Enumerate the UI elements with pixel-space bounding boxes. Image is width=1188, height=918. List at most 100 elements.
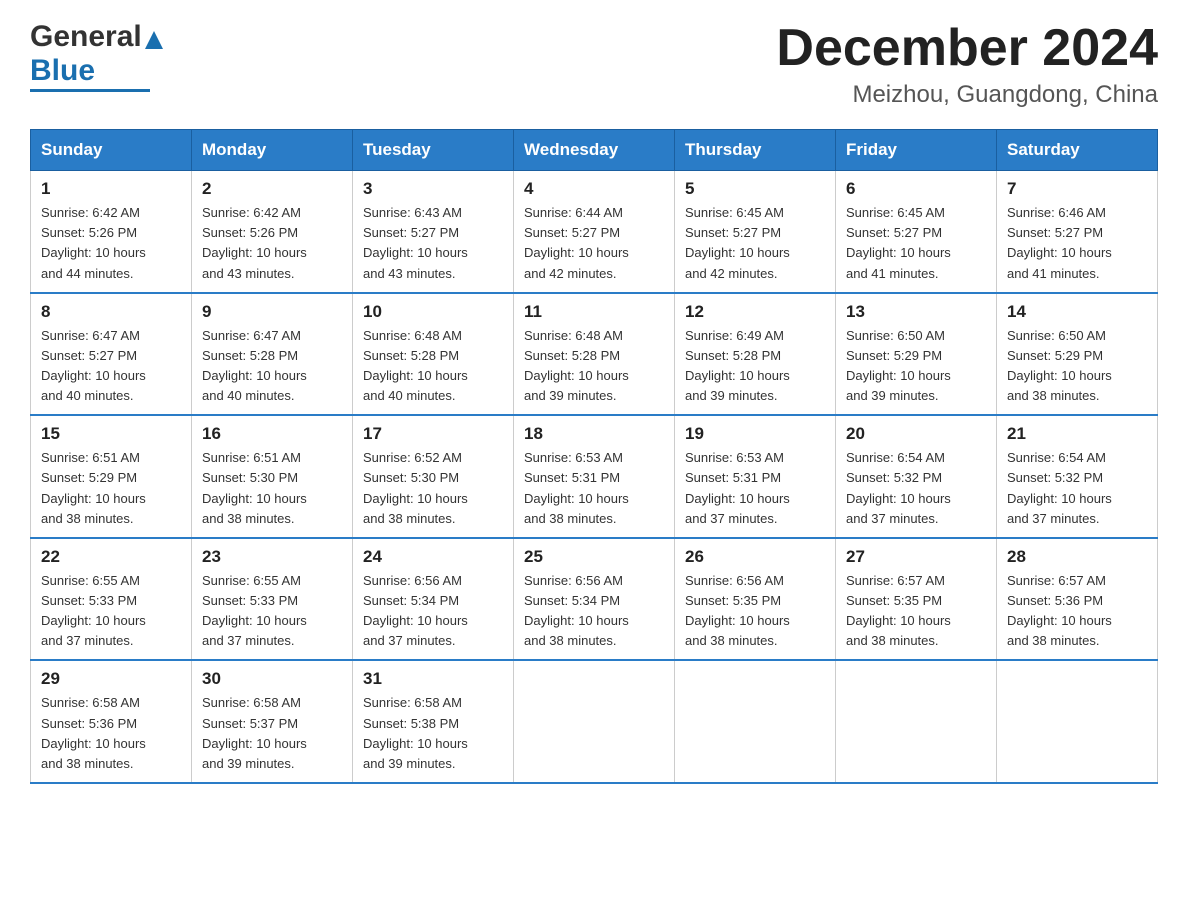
calendar-week-row: 22 Sunrise: 6:55 AMSunset: 5:33 PMDayligh… [31, 538, 1158, 661]
logo-text-blue: Blue [30, 54, 95, 88]
logo: General Blue [30, 20, 163, 92]
calendar-cell: 17 Sunrise: 6:52 AMSunset: 5:30 PMDayligh… [353, 415, 514, 538]
calendar-cell: 5Sunrise: 6:45 AMSunset: 5:27 PMDaylight… [675, 171, 836, 293]
day-info: Sunrise: 6:47 AMSunset: 5:28 PMDaylight:… [202, 326, 342, 407]
calendar-cell: 15 Sunrise: 6:51 AMSunset: 5:29 PMDayligh… [31, 415, 192, 538]
calendar-cell: 26Sunrise: 6:56 AMSunset: 5:35 PMDayligh… [675, 538, 836, 661]
calendar-cell: 2Sunrise: 6:42 AMSunset: 5:26 PMDaylight… [192, 171, 353, 293]
calendar-cell [675, 660, 836, 783]
header-sunday: Sunday [31, 130, 192, 171]
day-info: Sunrise: 6:51 AMSunset: 5:30 PMDaylight:… [202, 448, 342, 529]
calendar-cell: 24 Sunrise: 6:56 AMSunset: 5:34 PMDayligh… [353, 538, 514, 661]
day-info: Sunrise: 6:45 AMSunset: 5:27 PMDaylight:… [685, 203, 825, 284]
day-number: 25 [524, 547, 664, 567]
day-number: 23 [202, 547, 342, 567]
calendar-cell: 3 Sunrise: 6:43 AMSunset: 5:27 PMDaylight… [353, 171, 514, 293]
logo-underline [30, 89, 150, 92]
day-info: Sunrise: 6:56 AMSunset: 5:35 PMDaylight:… [685, 571, 825, 652]
day-info: Sunrise: 6:57 AMSunset: 5:35 PMDaylight:… [846, 571, 986, 652]
day-number: 21 [1007, 424, 1147, 444]
day-number: 18 [524, 424, 664, 444]
calendar-cell: 10 Sunrise: 6:48 AMSunset: 5:28 PMDayligh… [353, 293, 514, 416]
header-monday: Monday [192, 130, 353, 171]
calendar-week-row: 15 Sunrise: 6:51 AMSunset: 5:29 PMDayligh… [31, 415, 1158, 538]
day-info: Sunrise: 6:45 AMSunset: 5:27 PMDaylight:… [846, 203, 986, 284]
day-info: Sunrise: 6:56 AMSunset: 5:34 PMDaylight:… [524, 571, 664, 652]
day-info: Sunrise: 6:43 AMSunset: 5:27 PMDaylight:… [363, 203, 503, 284]
calendar-cell: 8 Sunrise: 6:47 AMSunset: 5:27 PMDaylight… [31, 293, 192, 416]
weekday-header-row: Sunday Monday Tuesday Wednesday Thursday… [31, 130, 1158, 171]
day-number: 4 [524, 179, 664, 199]
calendar-cell [836, 660, 997, 783]
calendar-cell: 22 Sunrise: 6:55 AMSunset: 5:33 PMDayligh… [31, 538, 192, 661]
calendar-cell: 28 Sunrise: 6:57 AMSunset: 5:36 PMDayligh… [997, 538, 1158, 661]
day-number: 29 [41, 669, 181, 689]
calendar-cell: 13 Sunrise: 6:50 AMSunset: 5:29 PMDayligh… [836, 293, 997, 416]
location-subtitle: Meizhou, Guangdong, China [776, 81, 1158, 109]
calendar-cell: 16 Sunrise: 6:51 AMSunset: 5:30 PMDayligh… [192, 415, 353, 538]
day-info: Sunrise: 6:46 AMSunset: 5:27 PMDaylight:… [1007, 203, 1147, 284]
logo-triangle-icon [145, 31, 163, 49]
day-info: Sunrise: 6:54 AMSunset: 5:32 PMDaylight:… [1007, 448, 1147, 529]
calendar-cell: 14 Sunrise: 6:50 AMSunset: 5:29 PMDayligh… [997, 293, 1158, 416]
day-number: 22 [41, 547, 181, 567]
calendar-cell: 6Sunrise: 6:45 AMSunset: 5:27 PMDaylight… [836, 171, 997, 293]
day-info: Sunrise: 6:54 AMSunset: 5:32 PMDaylight:… [846, 448, 986, 529]
day-info: Sunrise: 6:47 AMSunset: 5:27 PMDaylight:… [41, 326, 181, 407]
calendar-cell: 27Sunrise: 6:57 AMSunset: 5:35 PMDayligh… [836, 538, 997, 661]
day-info: Sunrise: 6:51 AMSunset: 5:29 PMDaylight:… [41, 448, 181, 529]
day-number: 10 [363, 302, 503, 322]
day-info: Sunrise: 6:57 AMSunset: 5:36 PMDaylight:… [1007, 571, 1147, 652]
day-info: Sunrise: 6:55 AMSunset: 5:33 PMDaylight:… [202, 571, 342, 652]
day-number: 31 [363, 669, 503, 689]
calendar-cell: 4 Sunrise: 6:44 AMSunset: 5:27 PMDaylight… [514, 171, 675, 293]
day-info: Sunrise: 6:50 AMSunset: 5:29 PMDaylight:… [1007, 326, 1147, 407]
title-section: December 2024 Meizhou, Guangdong, China [776, 20, 1158, 109]
calendar-cell: 12Sunrise: 6:49 AMSunset: 5:28 PMDayligh… [675, 293, 836, 416]
header-saturday: Saturday [997, 130, 1158, 171]
calendar-cell: 9 Sunrise: 6:47 AMSunset: 5:28 PMDaylight… [192, 293, 353, 416]
day-info: Sunrise: 6:55 AMSunset: 5:33 PMDaylight:… [41, 571, 181, 652]
calendar-cell: 30Sunrise: 6:58 AMSunset: 5:37 PMDayligh… [192, 660, 353, 783]
day-number: 28 [1007, 547, 1147, 567]
day-number: 24 [363, 547, 503, 567]
day-info: Sunrise: 6:44 AMSunset: 5:27 PMDaylight:… [524, 203, 664, 284]
day-number: 1 [41, 179, 181, 199]
day-number: 3 [363, 179, 503, 199]
calendar-cell [514, 660, 675, 783]
day-number: 17 [363, 424, 503, 444]
day-info: Sunrise: 6:53 AMSunset: 5:31 PMDaylight:… [524, 448, 664, 529]
day-info: Sunrise: 6:56 AMSunset: 5:34 PMDaylight:… [363, 571, 503, 652]
calendar-cell: 1 Sunrise: 6:42 AMSunset: 5:26 PMDaylight… [31, 171, 192, 293]
calendar-cell [997, 660, 1158, 783]
calendar-cell: 29 Sunrise: 6:58 AMSunset: 5:36 PMDayligh… [31, 660, 192, 783]
day-info: Sunrise: 6:49 AMSunset: 5:28 PMDaylight:… [685, 326, 825, 407]
calendar-cell: 20 Sunrise: 6:54 AMSunset: 5:32 PMDayligh… [836, 415, 997, 538]
day-info: Sunrise: 6:58 AMSunset: 5:36 PMDaylight:… [41, 693, 181, 774]
calendar-cell: 7Sunrise: 6:46 AMSunset: 5:27 PMDaylight… [997, 171, 1158, 293]
calendar-cell: 21 Sunrise: 6:54 AMSunset: 5:32 PMDayligh… [997, 415, 1158, 538]
calendar-table: Sunday Monday Tuesday Wednesday Thursday… [30, 129, 1158, 784]
day-info: Sunrise: 6:48 AMSunset: 5:28 PMDaylight:… [524, 326, 664, 407]
day-number: 19 [685, 424, 825, 444]
page-header: General Blue December 2024 Meizhou, Guan… [30, 20, 1158, 109]
day-number: 16 [202, 424, 342, 444]
day-number: 13 [846, 302, 986, 322]
day-info: Sunrise: 6:42 AMSunset: 5:26 PMDaylight:… [41, 203, 181, 284]
day-number: 11 [524, 302, 664, 322]
header-tuesday: Tuesday [353, 130, 514, 171]
day-number: 14 [1007, 302, 1147, 322]
calendar-week-row: 29 Sunrise: 6:58 AMSunset: 5:36 PMDayligh… [31, 660, 1158, 783]
day-number: 15 [41, 424, 181, 444]
calendar-cell: 25 Sunrise: 6:56 AMSunset: 5:34 PMDayligh… [514, 538, 675, 661]
day-number: 9 [202, 302, 342, 322]
calendar-cell: 31Sunrise: 6:58 AMSunset: 5:38 PMDayligh… [353, 660, 514, 783]
day-number: 20 [846, 424, 986, 444]
day-info: Sunrise: 6:52 AMSunset: 5:30 PMDaylight:… [363, 448, 503, 529]
day-info: Sunrise: 6:58 AMSunset: 5:37 PMDaylight:… [202, 693, 342, 774]
day-info: Sunrise: 6:48 AMSunset: 5:28 PMDaylight:… [363, 326, 503, 407]
calendar-cell: 18 Sunrise: 6:53 AMSunset: 5:31 PMDayligh… [514, 415, 675, 538]
day-number: 8 [41, 302, 181, 322]
calendar-cell: 19Sunrise: 6:53 AMSunset: 5:31 PMDayligh… [675, 415, 836, 538]
day-info: Sunrise: 6:50 AMSunset: 5:29 PMDaylight:… [846, 326, 986, 407]
